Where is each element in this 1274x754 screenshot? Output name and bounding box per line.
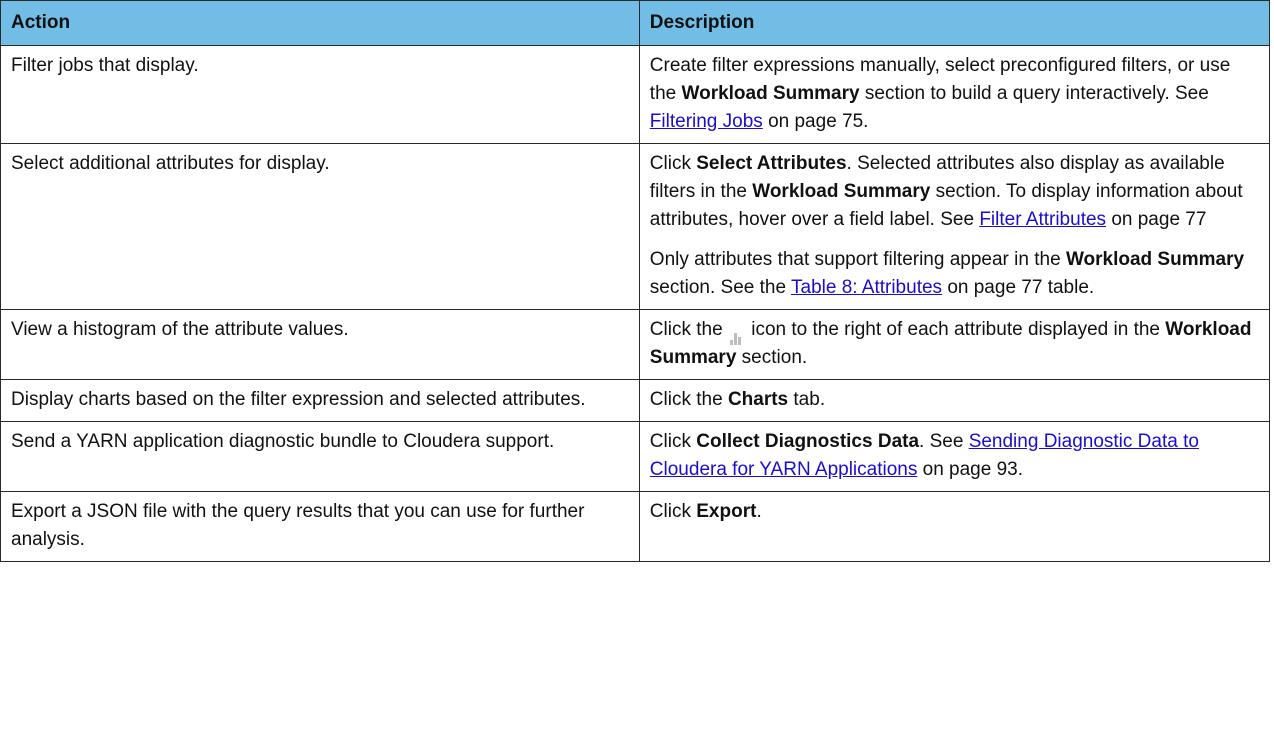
desc-text: tab.: [788, 389, 826, 410]
desc-bold: Workload Summary: [681, 83, 860, 104]
desc-text: Click: [649, 501, 697, 522]
desc-bold: Export: [696, 501, 757, 522]
table-row: Select additional attributes for display…: [0, 143, 1271, 310]
desc-bold: Select Attributes: [696, 153, 847, 174]
filter-attributes-link[interactable]: Filter Attributes: [979, 209, 1106, 230]
desc-paragraph: Click Select Attributes. Selected attrib…: [650, 150, 1259, 234]
table-8-attributes-link[interactable]: Table 8: Attributes: [791, 277, 942, 298]
histogram-icon: [729, 317, 744, 345]
desc-text: . See: [919, 431, 969, 452]
action-cell: Select additional attributes for display…: [0, 143, 640, 310]
filtering-jobs-link[interactable]: Filtering Jobs: [650, 111, 763, 132]
desc-text: section to build a query interactively. …: [859, 83, 1209, 104]
desc-text: Only attributes that support filtering a…: [649, 249, 1066, 270]
action-cell: View a histogram of the attribute values…: [0, 309, 640, 380]
desc-text: Click the: [649, 389, 728, 410]
action-cell: Export a JSON file with the query result…: [0, 491, 640, 562]
desc-text: on page 75.: [762, 111, 869, 132]
table-header-row: Action Description: [0, 0, 1271, 46]
desc-text: Click: [649, 153, 697, 174]
desc-text: on page 77 table.: [942, 277, 1095, 298]
description-cell: Click the icon to the right of each attr…: [638, 309, 1271, 380]
table-row: Export a JSON file with the query result…: [0, 491, 1271, 562]
description-cell: Create filter expressions manually, sele…: [638, 45, 1271, 144]
desc-text: Click: [649, 431, 697, 452]
description-cell: Click Export.: [638, 491, 1271, 562]
action-cell: Display charts based on the filter expre…: [0, 379, 640, 422]
action-cell: Send a YARN application diagnostic bundl…: [0, 421, 640, 492]
desc-paragraph: Only attributes that support filtering a…: [650, 246, 1259, 302]
header-description: Description: [638, 0, 1271, 46]
desc-bold: Workload Summary: [1065, 249, 1245, 270]
desc-bold: Workload Summary: [752, 181, 931, 202]
description-cell: Click Collect Diagnostics Data. See Send…: [638, 421, 1271, 492]
desc-text: Click the: [649, 319, 728, 340]
desc-bold: Charts: [727, 389, 789, 410]
table-row: View a histogram of the attribute values…: [0, 309, 1271, 380]
table-row: Filter jobs that display. Create filter …: [0, 45, 1271, 144]
table-row: Display charts based on the filter expre…: [0, 379, 1271, 422]
desc-bold: Collect Diagnostics Data: [696, 431, 920, 452]
action-cell: Filter jobs that display.: [0, 45, 640, 144]
description-cell: Click the Charts tab.: [638, 379, 1271, 422]
table-row: Send a YARN application diagnostic bundl…: [0, 421, 1271, 492]
desc-text: icon to the right of each attribute disp…: [745, 319, 1166, 340]
header-action: Action: [0, 0, 640, 46]
desc-text: .: [756, 501, 762, 522]
desc-text: on page 77: [1106, 209, 1207, 230]
desc-text: section. See the: [649, 277, 791, 298]
desc-text: on page 93.: [917, 459, 1024, 480]
description-cell: Click Select Attributes. Selected attrib…: [638, 143, 1271, 310]
desc-text: section.: [736, 347, 808, 368]
actions-table: Action Description Filter jobs that disp…: [0, 0, 1271, 562]
